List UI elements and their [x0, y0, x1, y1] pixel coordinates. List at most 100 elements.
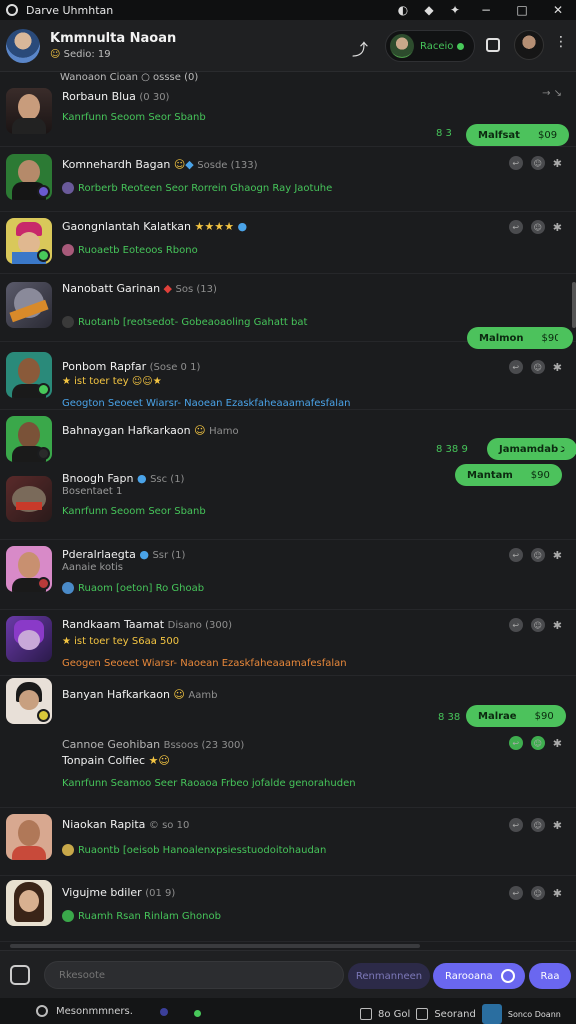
- user-name[interactable]: Niaokan Rapita © so 10: [62, 818, 189, 831]
- pin-icon[interactable]: ✱: [553, 737, 562, 750]
- read-status: 8 38: [438, 712, 461, 723]
- pin-icon[interactable]: ✱: [553, 549, 562, 562]
- group-avatar[interactable]: [6, 28, 40, 63]
- message-subline: ★ ist toer tey S6aa 500: [62, 636, 180, 647]
- settings-icon[interactable]: [36, 1005, 48, 1017]
- user-name[interactable]: Gaongnlantah Kalatkan ★★★★ ●: [62, 220, 247, 233]
- reply-icon[interactable]: ↩: [508, 618, 523, 632]
- secondary-button[interactable]: Renmanneen: [348, 963, 430, 989]
- user-avatar[interactable]: [6, 282, 52, 328]
- reply-icon[interactable]: ↩: [508, 736, 523, 750]
- minimize-button[interactable]: −: [468, 0, 504, 20]
- user-avatar[interactable]: [6, 352, 52, 398]
- user-avatar[interactable]: [6, 546, 52, 592]
- window-icon[interactable]: [360, 1008, 372, 1020]
- react-icon[interactable]: ☺: [530, 548, 545, 562]
- user-avatar[interactable]: [6, 814, 52, 860]
- app-icon: [6, 4, 18, 16]
- react-icon[interactable]: ☺: [530, 818, 545, 832]
- vertical-scrollbar[interactable]: [572, 282, 576, 328]
- user-avatar[interactable]: [6, 616, 52, 662]
- user-avatar[interactable]: [6, 218, 52, 264]
- user-avatar[interactable]: [6, 416, 52, 462]
- pin-icon[interactable]: ✱: [553, 619, 562, 632]
- user-name[interactable]: Komnehardh Bagan ☺◆ Sosde (133): [62, 158, 258, 171]
- reply-icon[interactable]: ↩: [508, 886, 523, 900]
- camera-icon[interactable]: [486, 38, 500, 52]
- user-avatar[interactable]: [6, 154, 52, 200]
- react-icon[interactable]: ☺: [530, 360, 545, 374]
- list-item[interactable]: Pderalrlaegta ● Ssr (1) Aanaie kotis Rua…: [0, 540, 576, 610]
- notification-icon[interactable]: ◆: [416, 0, 442, 20]
- more-icon[interactable]: ⋮: [554, 34, 568, 50]
- list-item[interactable]: Bnoogh Fapn ● Ssc (1) Bosentaet 1 Kanrfu…: [0, 470, 576, 540]
- chat-subtitle: ☺ Sedio: 19: [50, 49, 111, 60]
- user-avatar[interactable]: [6, 880, 52, 926]
- list-item[interactable]: Vigujme bdiler (01 9) Ruamh Rsan Rinlam …: [0, 876, 576, 942]
- react-icon[interactable]: ☺: [530, 618, 545, 632]
- theme-icon[interactable]: ◐: [390, 0, 416, 20]
- user-name[interactable]: Cannoe Geohiban Bssoos (23 300): [62, 738, 244, 751]
- react-icon[interactable]: ☺: [530, 220, 545, 234]
- user-name[interactable]: Bnoogh Fapn ● Ssc (1): [62, 472, 184, 485]
- pin-icon[interactable]: ✱: [553, 819, 562, 832]
- list-item[interactable]: Niaokan Rapita © so 10 Ruaontb [oeisob H…: [0, 808, 576, 876]
- window-title: Darve Uhmhtan: [26, 3, 114, 17]
- reply-icon[interactable]: ↩: [508, 360, 523, 374]
- app-badge-icon[interactable]: [481, 1004, 502, 1024]
- user-avatar[interactable]: [6, 88, 52, 134]
- pin-icon[interactable]: ✱: [553, 157, 562, 170]
- pin-icon[interactable]: ✱: [553, 221, 562, 234]
- user-avatar[interactable]: [6, 476, 52, 522]
- reaction-icons[interactable]: → ↘: [542, 88, 562, 99]
- sent-bubble[interactable]: Malfsat $09: [466, 124, 570, 146]
- checkbox-icon[interactable]: [416, 1008, 429, 1020]
- reply-icon[interactable]: ↩: [508, 220, 523, 234]
- user-name[interactable]: Randkaam Taamat Disano (300): [62, 618, 232, 631]
- list-item[interactable]: Cannoe Geohiban Bssoos (23 300) Tonpain …: [0, 734, 576, 808]
- user-name[interactable]: Rorbaun Blua (0 30): [62, 90, 169, 103]
- user-avatar[interactable]: [6, 678, 52, 724]
- message-text: Kanrfunn Seoom Seor Sbanb: [62, 112, 206, 123]
- message-text: Ruaontb [oeisob Hanoalenxpsiesstuodoitoh…: [62, 844, 326, 856]
- horizontal-scrollbar[interactable]: [10, 944, 420, 948]
- react-icon[interactable]: ☺: [530, 886, 545, 900]
- attach-icon[interactable]: [10, 965, 30, 985]
- reply-icon[interactable]: ↩: [508, 548, 523, 562]
- share-icon[interactable]: ⤴: [352, 36, 368, 60]
- read-status: 8 38 9: [436, 444, 468, 455]
- action-icons: ↩ ☺ ✱: [508, 618, 562, 632]
- list-item[interactable]: Komnehardh Bagan ☺◆ Sosde (133) Rorberb …: [0, 150, 576, 212]
- live-user-avatar: [390, 34, 414, 58]
- user-name[interactable]: Bahnaygan Hafkarkaon ☺ Hamo: [62, 424, 239, 437]
- react-icon[interactable]: ☺: [530, 156, 545, 170]
- user-name[interactable]: Pderalrlaegta ● Ssr (1): [62, 548, 185, 561]
- user-name[interactable]: Ponbom Rapfar (Sose 0 1): [62, 360, 200, 373]
- react-icon[interactable]: ☺: [530, 736, 545, 750]
- sent-bubble[interactable]: Malrae $90: [466, 705, 566, 727]
- message-text: Ruamh Rsan Rinlam Ghonob: [62, 910, 221, 922]
- message-list[interactable]: Wanoaon Cioan ○ ossse (0) Rorbaun Blua (…: [0, 72, 576, 946]
- chat-header: Kmmnulta Naoan ☺ Sedio: 19 ⤴ Raceio ⋮: [0, 20, 576, 72]
- list-item[interactable]: Randkaam Taamat Disano (300) ★ ist toer …: [0, 610, 576, 676]
- my-avatar[interactable]: [514, 30, 544, 60]
- close-button[interactable]: ✕: [540, 0, 576, 20]
- reply-icon[interactable]: ↩: [508, 818, 523, 832]
- reply-icon[interactable]: ↩: [508, 156, 523, 170]
- more-button[interactable]: Raa: [529, 963, 571, 989]
- user-name[interactable]: Banyan Hafkarkaon ☺ Aamb: [62, 688, 217, 701]
- tools-icon[interactable]: ✦: [442, 0, 468, 20]
- action-icons: ↩ ☺ ✱: [508, 548, 562, 562]
- list-item[interactable]: Ponbom Rapfar (Sose 0 1) ★ ist toer tey …: [0, 344, 576, 410]
- message-subline: Bosentaet 1: [62, 486, 123, 497]
- send-button[interactable]: Rarooana: [433, 963, 525, 989]
- pin-icon[interactable]: ✱: [553, 361, 562, 374]
- message-text: Kanrfunn Seamoo Seer Raoaoa Frbeo jofald…: [62, 778, 356, 789]
- pin-icon[interactable]: ✱: [553, 887, 562, 900]
- message-input[interactable]: [44, 961, 344, 989]
- user-name[interactable]: Nanobatt Garinan ◆ Sos (13): [62, 282, 217, 295]
- user-name[interactable]: Vigujme bdiler (01 9): [62, 886, 175, 899]
- live-user-pill[interactable]: Raceio: [385, 30, 475, 62]
- list-item[interactable]: Gaongnlantah Kalatkan ★★★★ ● Ruoaetb Eot…: [0, 212, 576, 274]
- maximize-button[interactable]: □: [504, 0, 540, 20]
